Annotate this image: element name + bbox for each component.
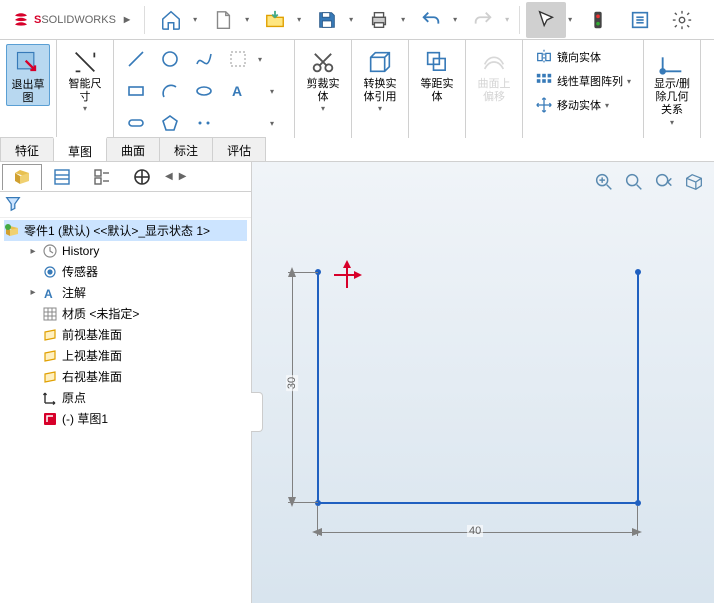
trim-button[interactable]: 剪裁实 体 [301,44,345,104]
row2-dropdown[interactable]: ▾ [256,76,288,106]
graphics-area[interactable]: 30 40 [252,162,714,603]
dimension-vertical[interactable]: 30 [286,375,298,391]
sketch-origin-icon [332,260,362,293]
section-view-icon[interactable] [680,168,708,196]
tree-history[interactable]: ▸History [4,241,247,261]
save-button[interactable] [307,2,347,38]
tab-sketch[interactable]: 草图 [53,137,107,161]
tree-front-plane[interactable]: 前视基准面 [4,324,247,345]
ellipse-tool[interactable] [188,76,220,106]
open-dropdown-icon[interactable]: ▾ [297,15,305,24]
zoom-area-icon[interactable] [620,168,648,196]
config-tab[interactable] [82,164,122,190]
filter-icon[interactable] [4,194,22,215]
circle-tool[interactable] [154,44,186,74]
tree-sensors[interactable]: 传感器 [4,261,247,282]
rebuild-button[interactable] [463,2,503,38]
polygon-tool[interactable] [154,108,186,138]
zoom-fit-icon[interactable] [590,168,618,196]
line-tool[interactable] [120,44,152,74]
tree-material[interactable]: 材质 <未指定> [4,303,247,324]
row1-dropdown[interactable]: ▾ [256,44,264,74]
save-dropdown-icon[interactable]: ▾ [349,15,357,24]
tab-annotate[interactable]: 标注 [159,137,213,161]
convert-dropdown-icon[interactable]: ▾ [378,104,382,113]
slot-tool[interactable] [120,108,152,138]
trim-dropdown-icon[interactable]: ▾ [321,104,325,113]
sketch-tools-grid: ▾ A ▾ ▾ [120,44,288,138]
move-button[interactable]: 移动实体▾ [531,94,635,116]
select-button[interactable] [526,2,566,38]
svg-text:A: A [232,83,242,99]
smart-dim-dropdown-icon[interactable]: ▾ [83,104,87,113]
sketch-line-bottom[interactable] [317,502,637,504]
sketch-line-right[interactable] [637,272,639,502]
feature-tree-tab[interactable] [2,164,42,190]
new-dropdown-icon[interactable]: ▾ [245,15,253,24]
print-button[interactable] [359,2,399,38]
side-nav-prev[interactable]: ◀ [162,171,176,182]
dimension-horizontal[interactable]: 40 [467,525,483,537]
open-button[interactable] [255,2,295,38]
feature-manager-panel: ◀ ▶ 零件1 (默认) <<默认>_显示状态 1> ▸History 传感器 … [0,162,252,603]
side-nav-next[interactable]: ▶ [176,171,190,182]
tree-sketch1[interactable]: (-) 草图1 [4,408,247,429]
select-dropdown-icon[interactable]: ▾ [568,15,576,24]
pattern-button[interactable]: 线性草图阵列▾ [531,70,635,92]
dim-tab[interactable] [122,164,162,190]
tree-root[interactable]: 零件1 (默认) <<默认>_显示状态 1> [4,220,247,241]
options-list-icon[interactable] [620,2,660,38]
tab-features[interactable]: 特征 [0,137,54,161]
row3-dropdown[interactable]: ▾ [256,108,288,138]
convert-button[interactable]: 转换实 体引用 [358,44,402,104]
sketch-point[interactable] [635,269,641,275]
point-tool[interactable] [188,108,220,138]
row3-spacer [222,108,254,138]
mirror-button[interactable]: 镜向实体 [531,46,635,68]
tree-annotations[interactable]: ▸A注解 [4,282,247,303]
spline-tool[interactable] [188,44,220,74]
undo-button[interactable] [411,2,451,38]
feature-tree: 零件1 (默认) <<默认>_显示状态 1> ▸History 传感器 ▸A注解… [0,218,251,603]
sketch-line-left[interactable] [317,272,319,502]
surface-offset-button[interactable]: 曲面上 偏移 [472,44,516,104]
tab-surface[interactable]: 曲面 [106,137,160,161]
arc-tool[interactable] [154,76,186,106]
ribbon-tabs: 特征 草图 曲面 标注 评估 [0,137,265,161]
home-dropdown-icon[interactable]: ▾ [193,15,201,24]
settings-gear-icon[interactable] [662,2,702,38]
collapse-sidebar-handle[interactable] [251,392,263,432]
tree-top-plane[interactable]: 上视基准面 [4,345,247,366]
display-relations-button[interactable]: 显示/删 除几何 关系 [650,44,694,118]
app-logo: SSOLIDWORKS ▶ [4,11,138,29]
home-button[interactable] [151,2,191,38]
property-tab[interactable] [42,164,82,190]
tree-origin[interactable]: 原点 [4,387,247,408]
new-button[interactable] [203,2,243,38]
svg-text:A: A [44,287,53,301]
prev-view-icon[interactable] [650,168,678,196]
offset-button[interactable]: 等距实 体 [415,44,459,104]
traffic-light-icon[interactable] [578,2,618,38]
disp-rel-dropdown-icon[interactable]: ▾ [670,118,674,127]
smart-dimension-button[interactable]: 智能尺 寸 [63,44,107,104]
tree-right-plane[interactable]: 右视基准面 [4,366,247,387]
exit-sketch-button[interactable]: 退出草 图 [6,44,50,106]
text-tool[interactable]: A [222,76,254,106]
rectangle-tool[interactable] [120,76,152,106]
print-dropdown-icon[interactable]: ▾ [401,15,409,24]
rebuild-dropdown-icon[interactable]: ▾ [505,15,513,24]
sketch-point[interactable] [635,500,641,506]
tab-evaluate[interactable]: 评估 [212,137,266,161]
undo-dropdown-icon[interactable]: ▾ [453,15,461,24]
chamfer-tool[interactable] [222,44,254,74]
sketch-point[interactable] [315,500,321,506]
